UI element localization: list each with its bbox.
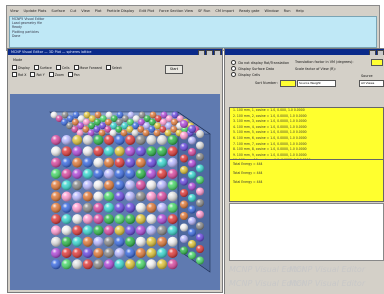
blank-area [229, 203, 384, 261]
energy-summary[interactable]: Total Energy = 444 Total Energy = 444 To… [229, 159, 384, 202]
checkbox-move-forward[interactable]: Move Forward [73, 65, 102, 70]
3d-plot-canvas[interactable] [10, 94, 220, 290]
menu-item[interactable]: View [9, 9, 20, 13]
sphere-lattice-render [49, 111, 211, 273]
radio-icon [231, 72, 237, 78]
menu-item[interactable]: Update Plots [23, 9, 48, 13]
source-weight-dropdown[interactable]: Source Weight [297, 80, 336, 87]
radio-icon [231, 60, 237, 66]
menu-bar: View Update Plots Surface Cut View Plot … [7, 6, 379, 15]
menu-item[interactable]: Edit Plot [138, 9, 155, 13]
checkbox-rot-y[interactable]: Rot Y [30, 72, 45, 77]
checkbox-label: Display [18, 65, 30, 70]
control-row: Display Surface Cells Move Forward Selec… [12, 65, 122, 70]
menu-item[interactable]: CM Import [214, 9, 235, 13]
start-button[interactable]: Start [165, 65, 183, 74]
translation-field[interactable] [371, 59, 383, 66]
checkbox-label: Rot X [18, 72, 27, 77]
checkbox-cells[interactable]: Cells [55, 65, 70, 70]
checkbox-display[interactable]: Display [12, 65, 30, 70]
checkbox-label: Zoom [54, 72, 64, 77]
options-panel: Do not display Rot/Translation Display S… [224, 48, 384, 294]
plot-controls: Mode Display Surface Cells Move Forward … [8, 55, 222, 93]
plot-window-title: MCNP Visual Editor — 3D Plot — spheres l… [11, 50, 92, 54]
menu-item[interactable]: Force Section View [158, 9, 194, 13]
console-output[interactable]: MCNP5 Visual Editor Load geometry file R… [9, 16, 377, 48]
checkbox-zoom[interactable]: Zoom [48, 72, 64, 77]
plot-window: MCNP Visual Editor — 3D Plot — spheres l… [7, 48, 223, 293]
menu-item[interactable]: Help [295, 9, 305, 13]
desktop: View Update Plots Surface Cut View Plot … [0, 0, 384, 294]
summary-line: Total Energy = 444 [233, 180, 263, 184]
checkbox-label: Select [111, 65, 122, 70]
control-row: Rot X Rot Y Zoom Pan [12, 72, 80, 77]
checkbox-select[interactable]: Select [105, 65, 122, 70]
option-no-rot[interactable]: Do not display Rot/Translation [231, 60, 290, 66]
scale-label: Scale factor of View (R): [295, 67, 336, 71]
mode-label: Mode [13, 58, 23, 62]
checkbox-label: Move Forward [79, 65, 102, 70]
views-dropdown[interactable]: All Views [359, 80, 384, 87]
summary-line: Total Energy = 444 [233, 171, 263, 175]
menu-item[interactable]: Plot [94, 9, 103, 13]
menu-item[interactable]: View [80, 9, 91, 13]
checkbox-label: Cells [61, 65, 70, 70]
sort-label: Sort Number: [255, 81, 278, 85]
checkbox-rot-x[interactable]: Rot X [12, 72, 26, 77]
radio-icon [231, 66, 237, 72]
option-label: Display Surface Data [238, 66, 275, 71]
checkbox-label: Pan [73, 72, 80, 77]
main-application-window: View Update Plots Surface Cut View Plot … [6, 5, 380, 51]
watermark: MCNP Visual Editor [289, 265, 366, 274]
menu-item[interactable]: Window [264, 9, 280, 13]
option-label: Do not display Rot/Translation [238, 60, 290, 65]
checkbox-label: Surface [39, 65, 52, 70]
menu-item[interactable]: Particle Display [106, 9, 136, 13]
option-cells[interactable]: Display Cells [231, 72, 261, 78]
console-line: Done [12, 33, 21, 38]
translation-label: Translation factor in VM (degrees): [295, 60, 354, 64]
summary-line: Total Energy = 444 [233, 162, 263, 166]
source-label: Source [361, 74, 373, 78]
sort-number-field[interactable] [280, 80, 296, 87]
option-surface-data[interactable]: Display Surface Data [231, 66, 275, 72]
menu-item[interactable]: SF Run [197, 9, 211, 13]
checkbox-label: Rot Y [36, 72, 45, 77]
options-area: Do not display Rot/Translation Display S… [225, 55, 384, 111]
watermark: MCNP Visual Editor [289, 279, 366, 288]
menu-item[interactable]: Run [283, 9, 292, 13]
checkbox-pan[interactable]: Pan [67, 72, 80, 77]
checkbox-surface[interactable]: Surface [33, 65, 52, 70]
menu-item[interactable]: Cut [69, 9, 77, 13]
menu-item[interactable]: Ready gate [238, 9, 260, 13]
menu-item[interactable]: Surface [50, 9, 66, 13]
option-label: Display Cells [238, 72, 261, 77]
